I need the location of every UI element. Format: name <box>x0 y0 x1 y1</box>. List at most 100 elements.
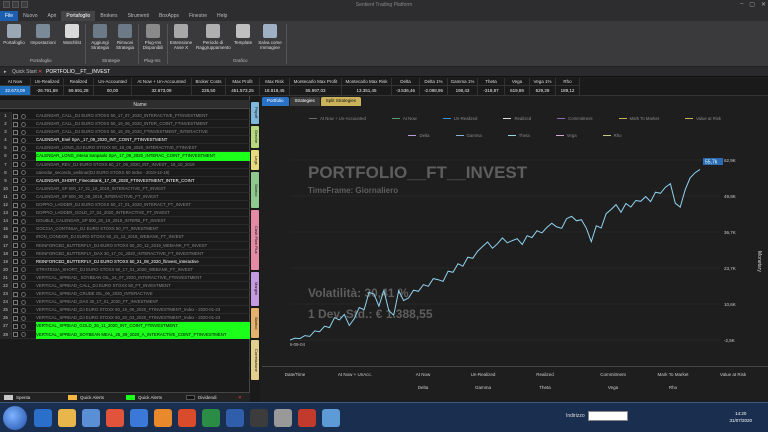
tab-apri[interactable]: Apri <box>43 11 62 21</box>
strategy-row[interactable]: 18 REINFORCED_BUTTERFLY_DAX 30_17_01_2020… <box>0 249 250 258</box>
row-checkbox[interactable] <box>13 259 18 265</box>
chart-legend-item[interactable]: Realized <box>503 116 531 121</box>
gear-icon[interactable] <box>21 210 26 216</box>
table-column-header[interactable]: Theta <box>520 385 570 390</box>
subtab-portfolio[interactable]: Portfolio <box>262 97 289 106</box>
strategy-row[interactable]: 24 VERTICAL_SPREAD_DAX 30_17_01_2020_FT_I… <box>0 298 250 307</box>
table-column-header[interactable]: Mark To Market <box>648 372 698 377</box>
table-column-header[interactable]: At Now <box>398 372 448 377</box>
plugins-button[interactable]: Plug-Ins Disponibili <box>140 24 166 50</box>
gear-icon[interactable] <box>21 323 26 329</box>
side-tab[interactable]: Margini <box>251 272 259 306</box>
row-checkbox[interactable] <box>13 234 18 240</box>
gear-icon[interactable] <box>21 218 26 224</box>
row-checkbox[interactable] <box>13 162 18 168</box>
chart-legend-item[interactable]: Rho <box>602 133 622 138</box>
stat-montecarlo-max-risk[interactable]: Montecarlo Max Risk 13.351,45 <box>342 78 392 96</box>
address-input[interactable] <box>588 411 628 421</box>
gear-icon[interactable] <box>21 251 26 257</box>
stat-realized[interactable]: Realized 59.691,28 <box>64 78 94 96</box>
strategy-row[interactable]: 4 CALENDAR_Enel SpA _17_09_2020_INT_COINT… <box>0 136 250 145</box>
word-icon[interactable] <box>226 409 244 427</box>
strategy-row[interactable]: 6 CALENDAR_LONG_Intesa Sanpaolo SpA_17_09… <box>0 152 250 161</box>
teamviewer-icon[interactable] <box>130 409 148 427</box>
strategy-row[interactable]: 25 VERTICAL_SPREAD_DJ EURO STOXX 50_19_06… <box>0 306 250 315</box>
strategy-row[interactable]: 5 CALENDAR_LONG_DJ EURO STOXX 50_18_09_20… <box>0 144 250 153</box>
stat-at-now[interactable]: At Now 32.673,09 <box>0 78 31 96</box>
explorer-icon[interactable] <box>58 409 76 427</box>
gear-icon[interactable] <box>21 299 26 305</box>
row-checkbox[interactable] <box>13 170 18 176</box>
tab-strumenti[interactable]: Strumenti <box>123 11 154 21</box>
close-icon[interactable]: ✕ <box>761 1 766 8</box>
row-checkbox[interactable] <box>13 186 18 192</box>
add-strategy-button[interactable]: Aggiungi Strategia <box>87 24 113 50</box>
side-tab[interactable]: Payoff <box>251 102 259 124</box>
gear-icon[interactable] <box>21 137 26 143</box>
strategy-row[interactable]: 13 DOPPIO_LADDER_GOLD_27_04_2020_INTERACT… <box>0 209 250 218</box>
strategy-row[interactable]: 15 GOCCIA_CONTINUA_DJ EURO STOXX 50_FT_IN… <box>0 225 250 234</box>
gear-icon[interactable] <box>21 186 26 192</box>
chrome-icon[interactable] <box>106 409 124 427</box>
tab-quickstart[interactable]: Quick Start <box>12 69 37 75</box>
strategy-row[interactable]: 17 REINFORCED_BUTTERFLY_DJ EURO STOXX 50_… <box>0 241 250 250</box>
row-checkbox[interactable] <box>13 129 18 135</box>
row-checkbox[interactable] <box>13 226 18 232</box>
strategy-row[interactable]: 8 calendar_secondo_webinar(DJ EURO STOXX … <box>0 168 250 177</box>
row-checkbox[interactable] <box>13 267 18 273</box>
strategy-row[interactable]: 21 VERTICAL_SPREAD_ SOYBEAN OIL_24_07_202… <box>0 273 250 282</box>
row-checkbox[interactable] <box>13 145 18 151</box>
strategy-row[interactable]: 14 DOUBLE_CALENDAR_SP 500_20_19_2019_INTE… <box>0 217 250 226</box>
table-column-header[interactable]: Gamma <box>458 385 508 390</box>
close-tab-icon[interactable]: ✕ <box>38 69 42 75</box>
strategy-row[interactable]: 22 VERTICAL_SPREAD_CALL_DJ EURO STOXX 50_… <box>0 281 250 291</box>
strategy-row[interactable]: 12 DOPPIO_LADDER_DJ EURO STOXX 50_17_01_2… <box>0 201 250 210</box>
row-checkbox[interactable] <box>13 153 18 159</box>
gear-icon[interactable] <box>21 307 26 313</box>
tab-boxapps[interactable]: BoxApps <box>154 11 184 21</box>
row-checkbox[interactable] <box>13 121 18 127</box>
tab-nuovo[interactable]: Nuovo <box>18 11 42 21</box>
row-checkbox[interactable] <box>13 210 18 216</box>
gear-icon[interactable] <box>21 259 26 265</box>
row-checkbox[interactable] <box>13 178 18 184</box>
side-tab[interactable]: Storico <box>251 172 259 208</box>
gear-icon[interactable] <box>21 332 26 338</box>
table-column-header[interactable]: Realized <box>520 372 570 377</box>
gear-icon[interactable] <box>21 121 26 127</box>
minimize-icon[interactable]: – <box>740 1 743 8</box>
media-icon[interactable] <box>82 409 100 427</box>
row-checkbox[interactable] <box>13 202 18 208</box>
chart-legend-item[interactable]: At Now + Un-Accounted <box>308 116 366 121</box>
app-icon[interactable] <box>274 409 292 427</box>
stat-max-risk[interactable]: Max Risk 18.919,45 <box>260 78 290 96</box>
chart-legend-item[interactable]: Value at Risk <box>685 116 721 121</box>
stat-vega-1[interactable]: Vega 1% 629,29 <box>530 78 556 96</box>
chart-legend-item[interactable]: At Now <box>391 116 417 121</box>
gear-icon[interactable] <box>21 113 26 119</box>
strategy-row[interactable]: 9 CALENDAR_SHORT_FinecoBank_17_09_2020_FT… <box>0 176 250 185</box>
side-tab[interactable]: Correlazione <box>251 340 259 380</box>
gear-icon[interactable] <box>21 267 26 273</box>
app-icon[interactable] <box>298 409 316 427</box>
ie-icon[interactable] <box>34 409 52 427</box>
template-button[interactable]: Template <box>232 24 254 45</box>
strategy-row[interactable]: 11 CALENDAR_SP 500_30_09_2019_INTERACTIVE… <box>0 192 250 202</box>
stat-gamma-1[interactable]: Gamma 1% 198,43 <box>448 78 478 96</box>
table-column-header[interactable]: Delta <box>398 385 448 390</box>
gear-icon[interactable] <box>21 275 26 281</box>
gear-icon[interactable] <box>21 243 26 248</box>
chart-legend-item[interactable]: Theta <box>507 133 530 138</box>
strategy-row[interactable]: 3 CALENDAR_CALL_DJ EURO STOXX 50_18_09_20… <box>0 128 250 137</box>
stat-vega[interactable]: Vega 619,89 <box>505 78 530 96</box>
gear-icon[interactable] <box>21 178 26 184</box>
chart-legend-item[interactable]: Un-Realized <box>442 116 477 121</box>
stat-delta-1[interactable]: Delta 1% -2.098,95 <box>420 78 448 96</box>
stat-montecarlo-max-profit[interactable]: Montecarlo Max Profit 55.997,03 <box>290 78 342 96</box>
strategy-row[interactable]: 10 CALENDAR_SP 500_17_21_10_2019_INTERACT… <box>0 184 250 193</box>
row-checkbox[interactable] <box>13 315 18 321</box>
chart-legend-item[interactable]: Mark To Market <box>618 116 659 121</box>
strategy-row[interactable]: 16 IRON_CONDOR_DJ EURO STOXX 50_21_12_201… <box>0 233 250 242</box>
row-checkbox[interactable] <box>13 291 18 297</box>
row-checkbox[interactable] <box>13 218 18 224</box>
